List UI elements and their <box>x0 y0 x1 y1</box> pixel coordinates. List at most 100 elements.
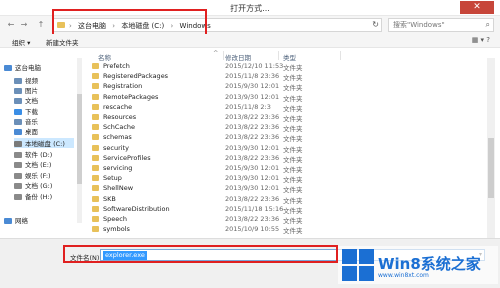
file-name: RemotePackages <box>103 92 159 101</box>
sidebar-item-label: 这台电脑 <box>15 64 41 72</box>
file-row[interactable]: Resources 2013/8/22 23:36 文件夹 <box>90 113 485 123</box>
forward-arrow-icon[interactable]: → <box>19 19 29 31</box>
sidebar-item-label: 视频 <box>25 77 38 85</box>
file-date: 2013/8/22 23:36 <box>225 133 280 142</box>
sidebar-item[interactable]: 备份 (H:) <box>14 191 74 201</box>
scrollbar-thumb[interactable] <box>488 138 494 198</box>
sidebar-item[interactable]: 图片 <box>14 85 74 95</box>
file-row[interactable]: RemotePackages 2013/9/30 12:01 文件夹 <box>90 92 485 103</box>
folder-icon <box>92 154 99 161</box>
sidebar-item[interactable]: 这台电脑 <box>4 62 74 72</box>
file-type: 文件夹 <box>283 186 303 195</box>
navigation-pane: 这台电脑视频 图片 文档下载 音乐桌面本地磁盘 (C:) 软件 (D:) 文档 (E:) 娱… <box>0 58 75 238</box>
file-row[interactable]: RegisteredPackages 2015/11/8 23:36 文件夹 <box>90 72 485 82</box>
file-name: ServiceProfiles <box>103 153 151 162</box>
sidebar-item-label: 下载 <box>25 108 38 116</box>
file-name: rescache <box>103 102 133 111</box>
file-type: 文件夹 <box>283 196 303 205</box>
file-type: 文件夹 <box>283 227 303 236</box>
drive-icon <box>14 194 22 200</box>
file-row[interactable]: Speech 2013/8/22 23:36 文件夹 <box>90 215 485 225</box>
file-type: 文件夹 <box>283 94 303 103</box>
drive-icon <box>14 152 22 158</box>
file-type: 文件夹 <box>283 115 303 123</box>
sidebar-item[interactable]: 娱乐 (F:) <box>14 170 74 180</box>
sidebar-item[interactable]: 文档 (G:) <box>14 180 74 190</box>
sidebar-item[interactable]: 桌面 <box>14 126 74 136</box>
file-date: 2015/10/9 10:55 <box>225 225 280 234</box>
sidebar-item[interactable]: 文档 (E:) <box>14 159 74 169</box>
navigation-scrollbar[interactable] <box>77 58 82 223</box>
file-date: 2013/8/22 23:36 <box>225 123 280 132</box>
close-button[interactable]: ✕ <box>460 1 494 14</box>
search-box[interactable]: ⌕ <box>388 18 494 32</box>
column-headers: 名称 ^ 修改日期 类型 <box>88 49 488 62</box>
file-row[interactable]: Prefetch 2015/12/10 11:53 文件夹 <box>90 62 485 72</box>
file-row[interactable]: ShellNew 2013/9/30 12:01 文件夹 <box>90 184 485 195</box>
file-name: ShellNew <box>103 184 134 193</box>
file-row[interactable]: rescache 2015/11/8 2:3 文件夹 <box>90 102 485 113</box>
desktop-folder-icon <box>14 129 22 135</box>
file-row[interactable]: security 2013/9/30 12:01 文件夹 <box>90 143 485 154</box>
column-divider[interactable] <box>278 51 279 60</box>
folder-icon <box>92 73 99 80</box>
refresh-icon[interactable]: ↻ <box>372 20 379 29</box>
file-name: Setup <box>103 174 122 183</box>
scrollbar-thumb[interactable] <box>77 94 82 184</box>
sidebar-item[interactable]: 软件 (D:) <box>14 149 74 159</box>
file-name: Prefetch <box>103 62 130 70</box>
file-row[interactable]: Registration 2015/9/30 12:01 文件夹 <box>90 82 485 92</box>
column-divider[interactable] <box>340 51 341 60</box>
pictures-folder-icon <box>14 88 22 94</box>
watermark: Win8系统之家 www.win8xt.com <box>338 246 498 284</box>
view-options-icon[interactable]: ▦ ▾ ? <box>472 36 490 44</box>
sidebar-item[interactable]: 视频 <box>14 75 74 85</box>
folder-icon <box>92 124 99 131</box>
file-type: 文件夹 <box>283 135 303 144</box>
file-row[interactable]: symbols 2015/10/9 10:55 文件夹 <box>90 225 485 236</box>
file-row[interactable]: SKB 2013/8/22 23:36 文件夹 <box>90 195 485 205</box>
sidebar-item-label: 软件 (D:) <box>25 151 53 159</box>
file-date: 2013/8/22 23:36 <box>225 153 280 162</box>
file-list-scrollbar[interactable] <box>487 58 495 238</box>
column-date[interactable]: 修改日期 <box>225 52 251 62</box>
column-type[interactable]: 类型 <box>283 52 296 62</box>
sidebar-item-label: 备份 (H:) <box>25 193 53 201</box>
folder-icon <box>92 134 99 141</box>
file-row[interactable]: servicing 2015/9/30 12:01 文件夹 <box>90 164 485 174</box>
search-input[interactable] <box>389 19 481 31</box>
folder-icon <box>92 103 99 110</box>
sidebar-item[interactable]: 音乐 <box>14 116 74 126</box>
organize-button[interactable]: 组织 ▾ <box>12 37 30 47</box>
back-arrow-icon[interactable]: ← <box>6 19 16 31</box>
file-name: SoftwareDistribution <box>103 204 170 213</box>
file-name: schemas <box>103 133 132 142</box>
column-divider[interactable] <box>223 51 224 60</box>
sidebar-item[interactable]: 网络 <box>4 215 74 225</box>
file-type: 文件夹 <box>283 64 303 72</box>
sidebar-item[interactable]: 下载 <box>14 106 74 116</box>
file-date: 2013/9/30 12:01 <box>225 92 280 101</box>
file-name: servicing <box>103 164 133 172</box>
downloads-folder-icon <box>14 109 22 115</box>
sidebar-item[interactable]: 本地磁盘 (C:) <box>14 138 74 148</box>
file-type: 文件夹 <box>283 176 303 185</box>
sidebar-item[interactable]: 文档 <box>14 95 74 105</box>
column-name[interactable]: 名称 <box>98 52 111 62</box>
folder-icon <box>92 63 99 69</box>
file-row[interactable]: ServiceProfiles 2013/8/22 23:36 文件夹 <box>90 153 485 164</box>
new-folder-button[interactable]: 新建文件夹 <box>46 37 79 47</box>
file-date: 2013/8/22 23:36 <box>225 215 280 223</box>
file-row[interactable]: Setup 2013/9/30 12:01 文件夹 <box>90 174 485 185</box>
file-row[interactable]: schemas 2013/8/22 23:36 文件夹 <box>90 133 485 144</box>
file-row[interactable]: SoftwareDistribution 2015/11/18 15:16 文件夹 <box>90 204 485 215</box>
search-icon[interactable]: ⌕ <box>486 20 490 30</box>
file-name: Registration <box>103 82 143 91</box>
folder-icon <box>92 114 99 120</box>
file-name: Speech <box>103 215 127 223</box>
file-name: security <box>103 143 129 152</box>
file-row[interactable]: SchCache 2013/8/22 23:36 文件夹 <box>90 123 485 133</box>
sidebar-item-label: 桌面 <box>25 128 38 136</box>
highlight-box-filename <box>63 245 338 263</box>
up-arrow-icon[interactable]: ↑ <box>36 19 46 31</box>
